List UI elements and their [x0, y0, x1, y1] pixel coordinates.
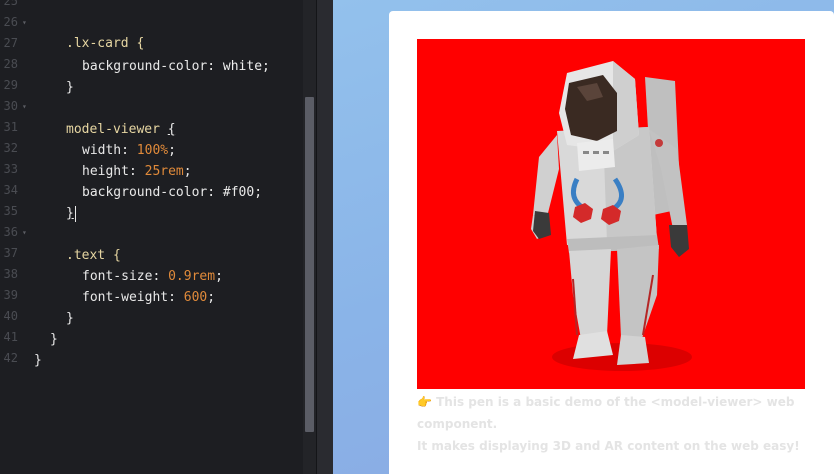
closing-brace: } [34, 353, 42, 368]
code-line-27[interactable]: background-color: white; [0, 35, 316, 74]
code-line-39[interactable]: } [0, 287, 316, 326]
caption-line-2: It makes displaying 3D and AR content on… [417, 439, 800, 453]
gutter-row: 42 [0, 348, 316, 369]
scrollbar-thumb[interactable] [305, 97, 314, 432]
code-line-37[interactable]: font-size: 0.9rem; [0, 245, 316, 284]
code-line-28[interactable]: } [0, 56, 316, 95]
gutter-row: 35 [0, 201, 316, 222]
model-viewer[interactable] [417, 39, 805, 389]
code-line-30[interactable]: model-viewer { [0, 98, 316, 137]
code-line-41[interactable]: } [0, 329, 316, 368]
code-line-32[interactable]: height: 25rem; [0, 140, 316, 179]
preview-pane: 👉 This pen is a basic demo of the <model… [333, 0, 834, 474]
code-line-31[interactable]: width: 100%; [0, 119, 316, 158]
gutter-row: 25 [0, 0, 316, 12]
text-cursor [74, 205, 76, 222]
code-line-40[interactable]: } [0, 308, 316, 347]
closing-brace: } [66, 80, 74, 95]
lx-card: 👉 This pen is a basic demo of the <model… [389, 11, 834, 474]
astronaut-model [531, 61, 692, 371]
code-line-26[interactable]: .lx-card { [0, 12, 316, 51]
closing-brace: } [66, 206, 74, 221]
line-number: 25 [3, 0, 18, 8]
code-line-33[interactable]: background-color: #f00; [0, 161, 316, 200]
caption-line-1: 👉 This pen is a basic demo of the <model… [417, 395, 795, 431]
code-line-34[interactable]: } [0, 182, 316, 222]
gutter-row: 29 [0, 75, 316, 96]
code-line-38[interactable]: font-weight: 600; [0, 266, 316, 305]
code-line-36[interactable]: .text { [0, 224, 316, 263]
pane-splitter[interactable] [316, 0, 333, 474]
text-caption: 👉 This pen is a basic demo of the <model… [417, 391, 817, 457]
code-editor[interactable]: 25 26 ▾ 27 28 29 30 ▾ 31 32 33 34 35 36 ▾ 37 38 39 40 41 42 … [0, 0, 316, 474]
